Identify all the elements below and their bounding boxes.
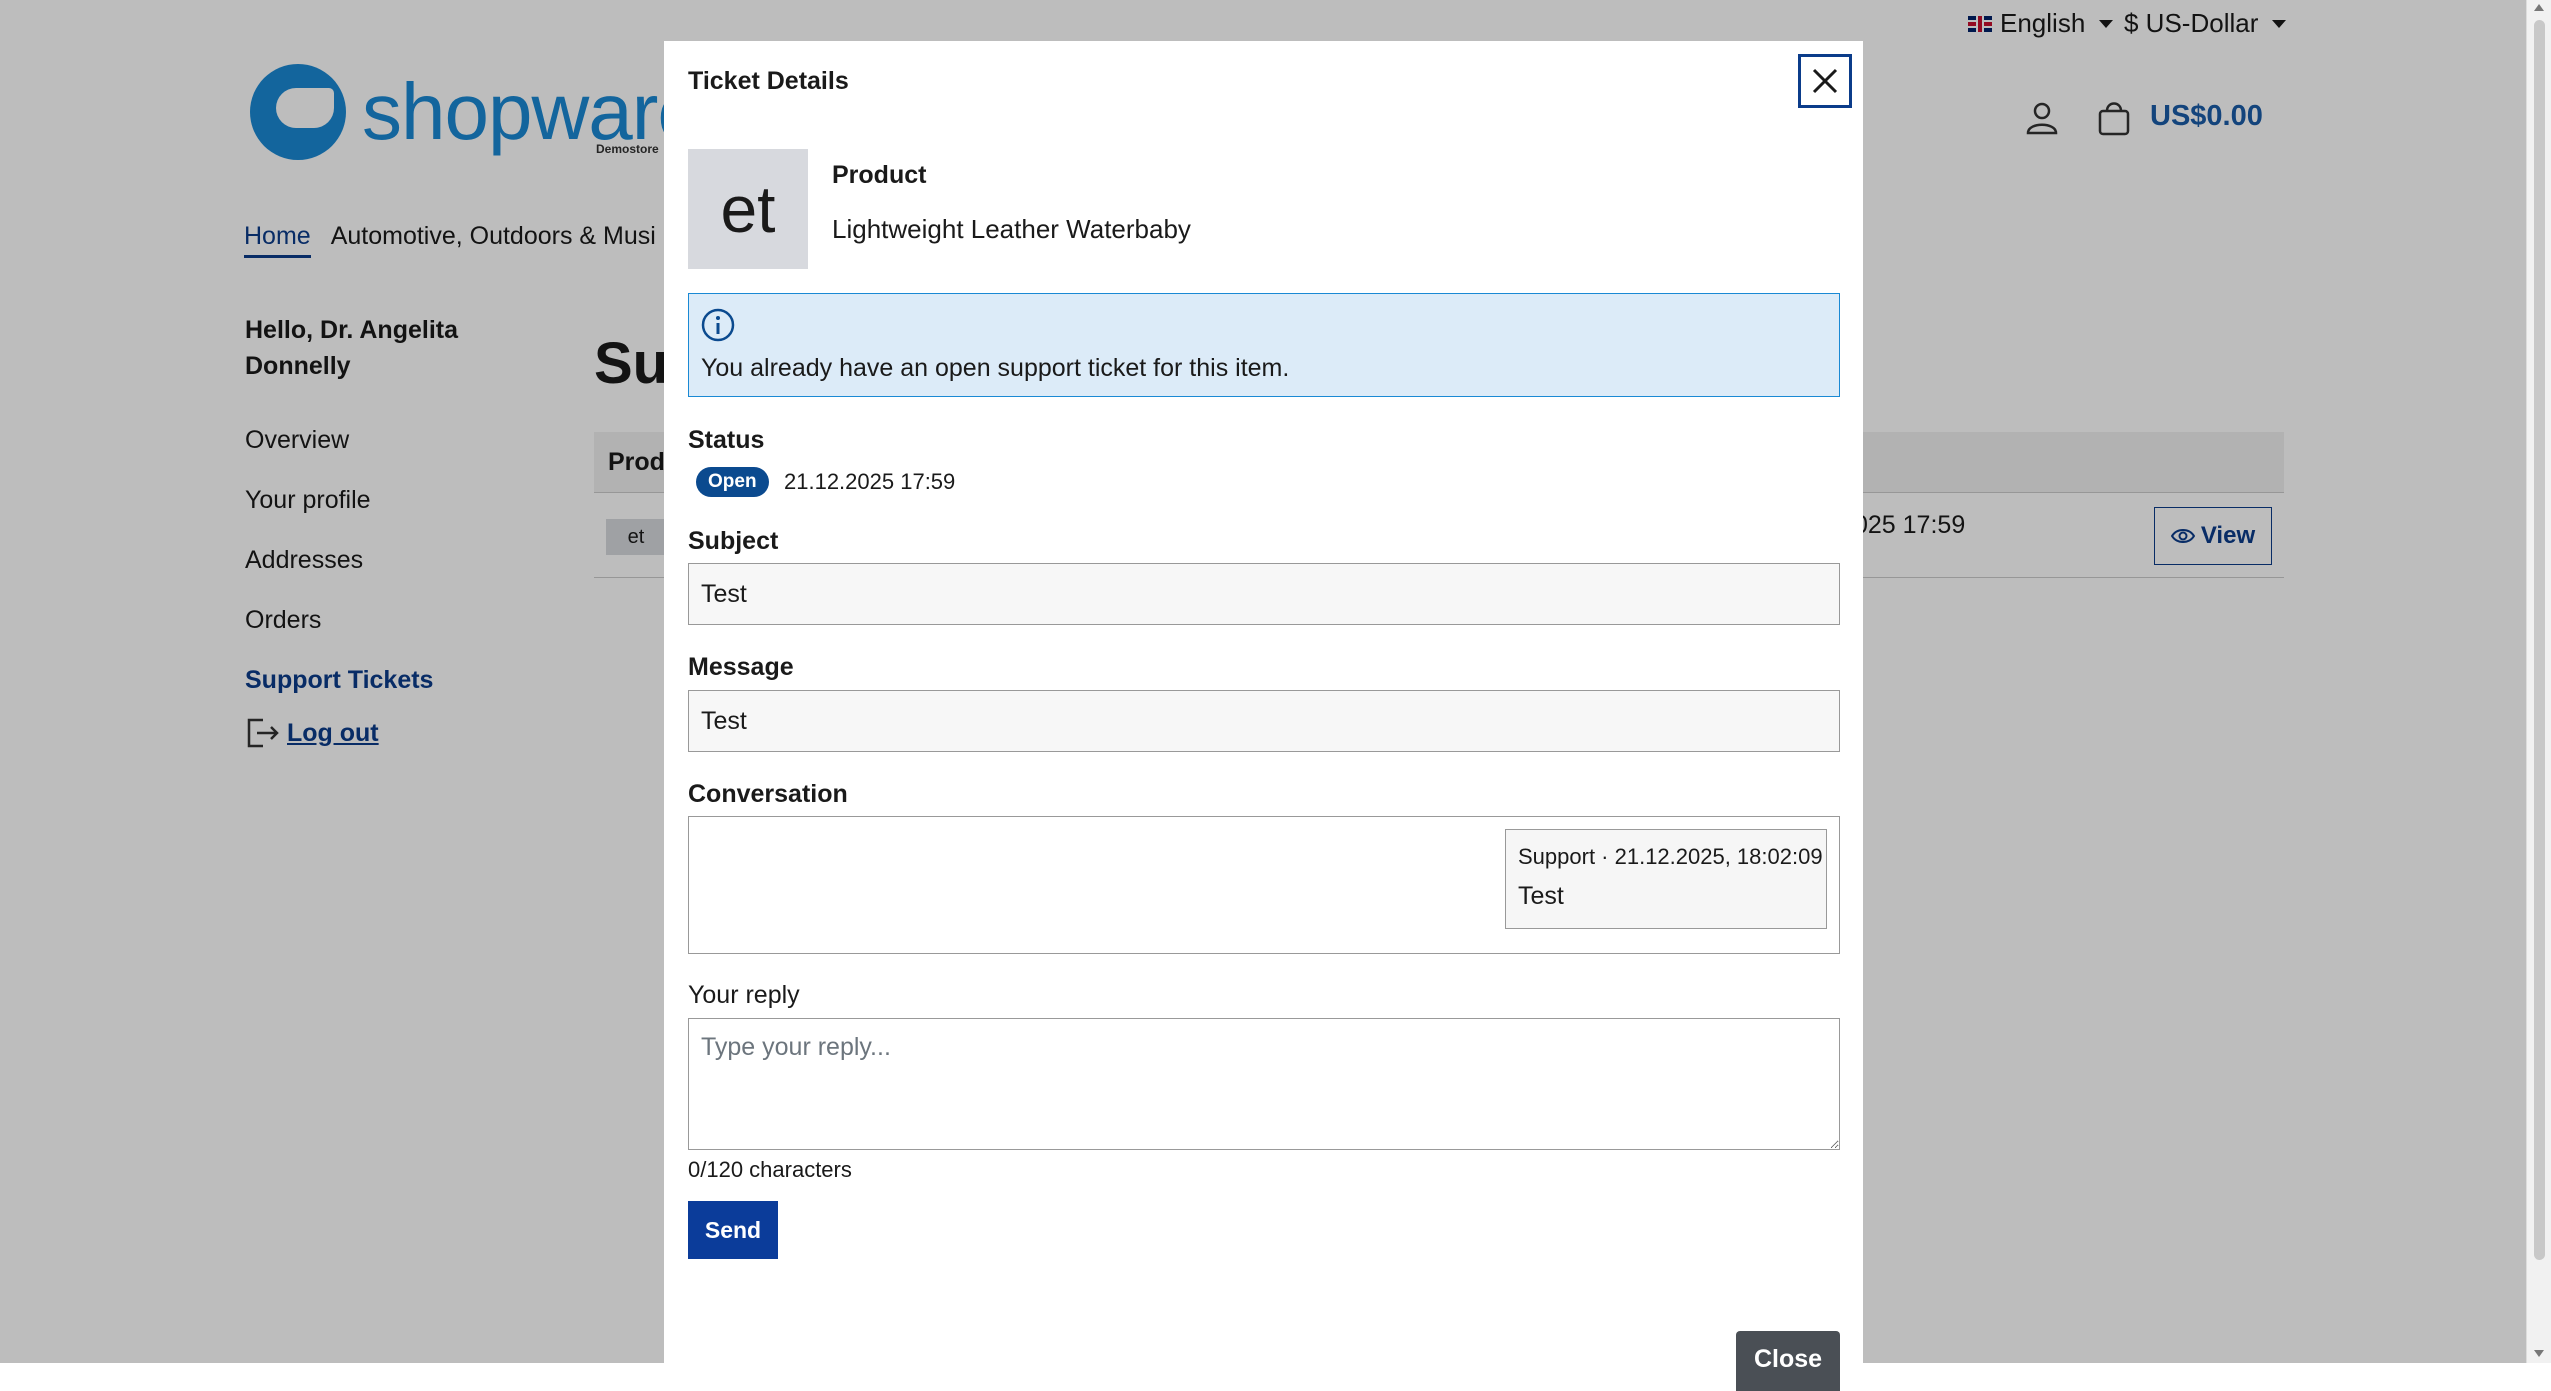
modal-title: Ticket Details — [688, 67, 849, 95]
status-date: 21.12.2025 17:59 — [784, 469, 956, 494]
info-icon — [701, 308, 735, 342]
close-button[interactable]: Close — [1736, 1331, 1840, 1391]
alert-message: You already have an open support ticket … — [701, 354, 1290, 382]
message-field: Test — [688, 690, 1840, 752]
conversation-label: Conversation — [688, 780, 848, 808]
scroll-up-arrow-icon[interactable] — [2534, 4, 2544, 11]
status-label: Status — [688, 426, 765, 454]
page-scrollbar[interactable] — [2526, 0, 2551, 1363]
message-text: Test — [1518, 882, 1564, 910]
conversation-box[interactable]: Support · 21.12.2025, 18:02:09 Test — [688, 816, 1840, 954]
scrollbar-thumb[interactable] — [2534, 20, 2545, 1260]
character-counter: 0/120 characters — [688, 1157, 852, 1182]
message-label: Message — [688, 653, 794, 681]
subject-label: Subject — [688, 527, 779, 555]
message-meta: Support · 21.12.2025, 18:02:09 — [1518, 844, 1823, 869]
conversation-message: Support · 21.12.2025, 18:02:09 Test — [1505, 829, 1827, 929]
scroll-down-arrow-icon[interactable] — [2534, 1350, 2544, 1357]
ticket-details-modal: Ticket Details et Product Lightweight Le… — [664, 41, 1863, 1391]
product-thumbnail: et — [688, 149, 808, 269]
product-label: Product — [832, 161, 927, 189]
info-alert: You already have an open support ticket … — [688, 293, 1840, 397]
subject-field: Test — [688, 563, 1840, 625]
product-name: Lightweight Leather Waterbaby — [832, 214, 1191, 244]
send-button[interactable]: Send — [688, 1201, 778, 1259]
status-badge: Open — [696, 467, 769, 497]
reply-label: Your reply — [688, 981, 800, 1009]
modal-close-button[interactable] — [1798, 54, 1852, 108]
close-icon — [1812, 68, 1838, 94]
reply-textarea[interactable] — [688, 1018, 1840, 1150]
